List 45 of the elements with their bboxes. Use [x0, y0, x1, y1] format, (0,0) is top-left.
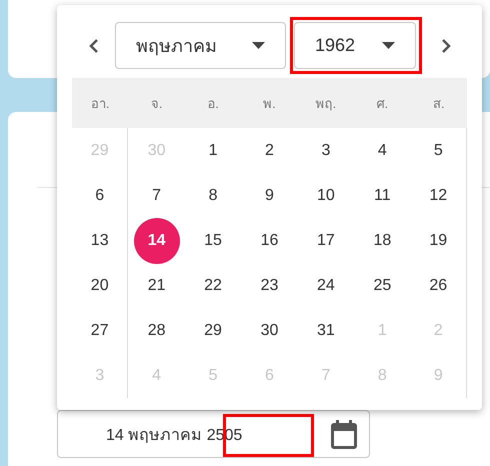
day-button[interactable]: 9 [246, 172, 292, 218]
weekday-label: จ. [128, 78, 185, 128]
day-button[interactable]: 13 [76, 218, 123, 264]
day-button[interactable]: 25 [359, 262, 406, 308]
day-button[interactable]: 12 [415, 172, 462, 218]
day-button[interactable]: 21 [134, 262, 180, 308]
day-button[interactable]: 1 [190, 128, 236, 174]
day-button[interactable]: 8 [190, 172, 236, 218]
day-button[interactable]: 5 [415, 128, 462, 174]
day-button[interactable]: 27 [76, 308, 123, 354]
day-button[interactable]: 30 [246, 308, 292, 354]
caret-icon [252, 42, 265, 49]
day-button[interactable]: 15 [190, 218, 236, 264]
month-select[interactable]: พฤษภาคม [115, 22, 286, 69]
day-button[interactable]: 24 [302, 262, 349, 308]
day-button[interactable]: 20 [76, 262, 123, 308]
day-button[interactable]: 26 [415, 262, 462, 308]
chevron-right-icon [440, 38, 450, 54]
day-button[interactable]: 22 [190, 262, 236, 308]
day-button[interactable]: 31 [302, 308, 349, 354]
day-button[interactable]: 19 [415, 218, 462, 264]
day-button[interactable]: 16 [246, 218, 292, 264]
chevron-left-icon [88, 38, 98, 54]
day-button[interactable]: 2 [246, 128, 292, 174]
weekday-label: อ. [184, 78, 242, 128]
day-button[interactable]: 28 [134, 308, 180, 354]
day-button[interactable]: 3 [302, 128, 349, 174]
weekday-label: ส. [410, 78, 467, 128]
day-button[interactable]: 7 [134, 172, 180, 218]
day-button[interactable]: 10 [302, 172, 349, 218]
day-button[interactable]: 6 [76, 172, 123, 218]
day-button[interactable]: 4 [359, 128, 406, 174]
weekday-label: พฤ. [298, 78, 354, 128]
weekday-label: ศ. [354, 78, 411, 128]
day-button[interactable]: 23 [246, 262, 292, 308]
day-button[interactable]: 17 [302, 218, 349, 264]
day-button[interactable]: 18 [359, 218, 406, 264]
day-button[interactable]: 11 [359, 172, 406, 218]
caret-icon [382, 42, 395, 49]
year-select[interactable]: 1962 [294, 22, 416, 69]
calendar-icon[interactable] [331, 420, 357, 448]
day-button[interactable]: 14 [134, 218, 180, 264]
weekday-label: พ. [241, 78, 298, 128]
weekday-label: อา. [72, 78, 128, 128]
day-button[interactable]: 29 [190, 308, 236, 354]
